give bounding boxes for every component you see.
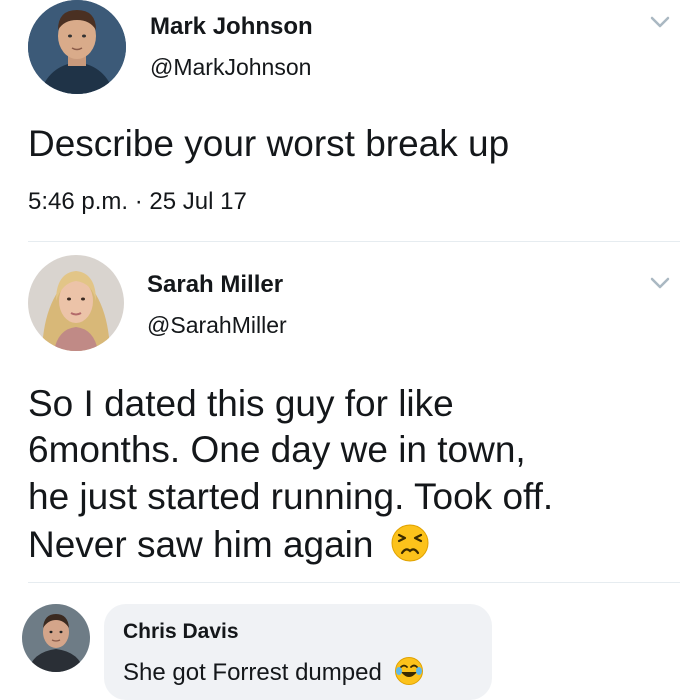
mark-avatar-image [28, 0, 126, 94]
comment-text: She got Forrest dumped [123, 659, 382, 686]
author-handle[interactable]: @SarahMiller [147, 312, 287, 339]
chevron-down-icon[interactable] [649, 276, 671, 290]
tweet-timestamp[interactable]: 5:46 p.m. · 25 Jul 17 [28, 188, 247, 216]
persevering-face-emoji [391, 524, 429, 562]
tweet-text-line: Never saw him again [28, 524, 374, 565]
tweet-text-line-last: Never saw him again [28, 523, 430, 566]
tweet-text-line: So I dated this guy for like [28, 383, 454, 424]
avatar-chris-davis[interactable] [22, 604, 90, 672]
tears-of-joy-emoji [395, 657, 424, 685]
avatar-mark-johnson[interactable] [28, 0, 126, 94]
tweet-text-line: he just started running. Took off. [28, 476, 554, 517]
sarah-avatar-image [28, 255, 124, 351]
tweet-text-line: 6months. One day we in town, [28, 429, 526, 470]
author-name[interactable]: Sarah Miller [147, 271, 283, 299]
comment-author-name[interactable]: Chris Davis [123, 620, 239, 644]
comment-bubble[interactable]: Chris Davis She got Forrest dumped [104, 604, 492, 700]
comment-text-row: She got Forrest dumped [123, 656, 424, 687]
divider [28, 582, 680, 583]
author-handle[interactable]: @MarkJohnson [150, 54, 311, 81]
author-name[interactable]: Mark Johnson [150, 13, 313, 41]
divider [28, 241, 680, 242]
chevron-down-icon[interactable] [649, 15, 671, 29]
avatar-sarah-miller[interactable] [28, 255, 124, 351]
tweet-text: Describe your worst break up [28, 123, 510, 164]
chris-avatar-image [22, 604, 90, 672]
